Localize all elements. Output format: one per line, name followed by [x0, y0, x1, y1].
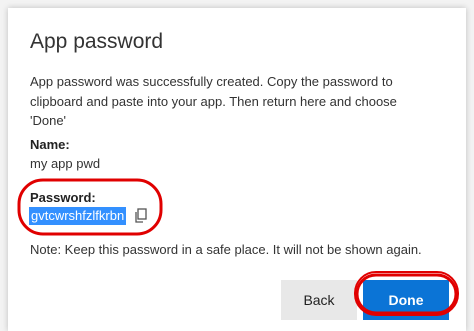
safety-note: Note: Keep this password in a safe place…: [30, 242, 422, 257]
dialog-title: App password: [30, 30, 164, 53]
back-button[interactable]: Back: [281, 280, 357, 320]
app-password-dialog: App password App password was successful…: [8, 8, 466, 331]
done-button[interactable]: Done: [363, 280, 449, 320]
password-value[interactable]: gvtcwrshfzlfkrbn: [29, 207, 127, 225]
name-label: Name:: [30, 137, 70, 152]
copy-icon[interactable]: [134, 208, 148, 224]
success-message: App password was successfully created. C…: [30, 74, 397, 128]
password-label: Password:: [30, 190, 96, 205]
name-value: my app pwd: [30, 156, 101, 171]
